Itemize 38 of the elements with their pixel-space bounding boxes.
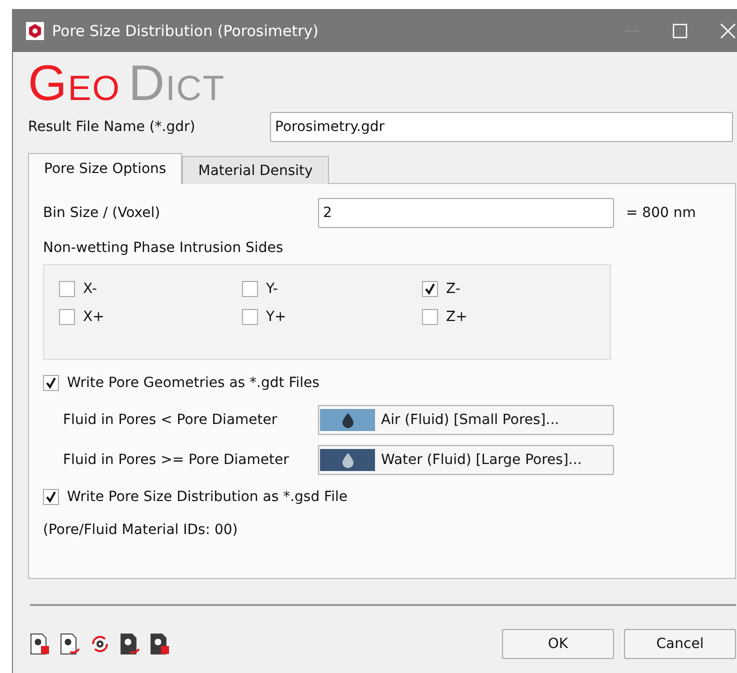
checkbox[interactable] — [242, 309, 258, 325]
field-label: Bin Size / (Voxel) — [43, 205, 162, 221]
checkbox-label: X+ — [83, 309, 104, 325]
checkbox[interactable] — [59, 309, 75, 325]
window-title: Pore Size Distribution (Porosimetry) — [52, 22, 319, 40]
field-label: Fluid in Pores < Pore Diameter — [63, 412, 278, 428]
dialog-button[interactable]: Cancel — [624, 629, 736, 659]
checkbox-label: Y+ — [266, 309, 286, 325]
checkbox[interactable] — [422, 309, 438, 325]
bin-size-field[interactable]: 2 — [318, 198, 614, 228]
section-label: Non-wetting Phase Intrusion Sides — [43, 240, 284, 256]
checkbox[interactable] — [43, 489, 59, 505]
checkbox-label: Z+ — [446, 309, 468, 325]
checkbox[interactable] — [242, 281, 258, 297]
checkbox-label: Write Pore Size Distribution as *.gsd File — [67, 489, 348, 505]
checkbox[interactable] — [59, 281, 75, 297]
material-button[interactable]: Water (Fluid) [Large Pores]... — [318, 445, 614, 475]
logo: Geo Dict — [28, 54, 226, 110]
checkbox[interactable] — [422, 281, 438, 297]
material-ids-text: (Pore/Fluid Material IDs: 00) — [43, 522, 239, 538]
checkbox[interactable] — [43, 375, 59, 391]
maximize-icon[interactable] — [672, 22, 688, 38]
close-icon[interactable] — [720, 22, 736, 38]
material-button[interactable]: Air (Fluid) [Small Pores]... — [318, 405, 614, 435]
app-icon — [26, 22, 44, 40]
size-reading: = 800 nm — [626, 205, 696, 221]
checkbox-label: Write Pore Geometries as *.gdt Files — [67, 375, 320, 391]
checkbox-label: Z- — [446, 281, 460, 297]
field-label: Fluid in Pores >= Pore Diameter — [63, 452, 290, 468]
file-name-field[interactable]: Porosimetry.gdr — [270, 112, 733, 142]
drop-icon — [340, 412, 354, 428]
checkbox-label: X- — [83, 281, 97, 297]
drop-icon — [340, 452, 354, 468]
checkbox-label: Y- — [266, 281, 278, 297]
dialog-button[interactable]: OK — [502, 629, 614, 659]
tab[interactable]: Material Density — [182, 156, 329, 184]
tab[interactable]: Pore Size Options — [28, 153, 182, 184]
field-label: Result File Name (*.gdr) — [28, 119, 196, 135]
